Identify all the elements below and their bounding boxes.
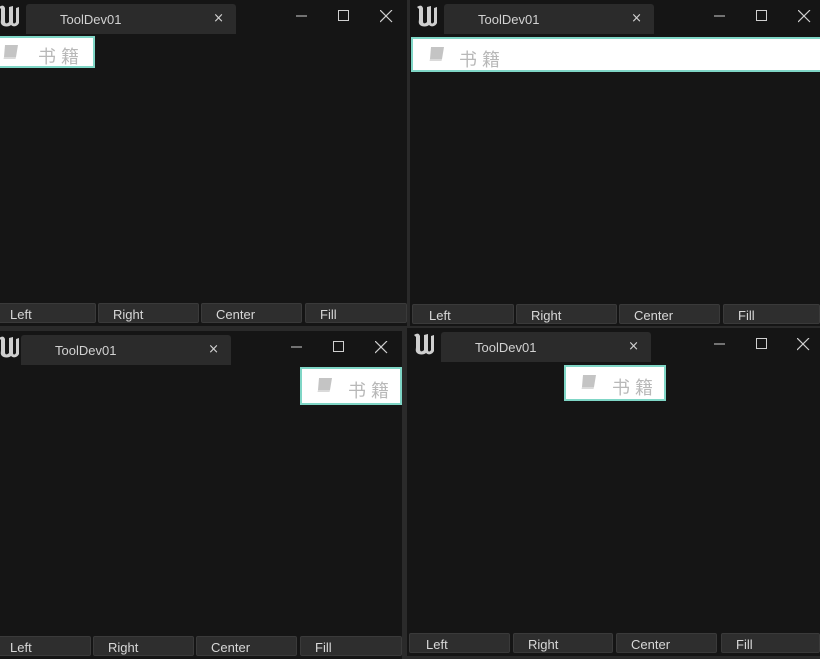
window-bottom-right: ToolDev01 × 书籍 Left Right Center Fill — [407, 328, 820, 656]
minimize-button[interactable] — [709, 334, 731, 354]
tab-close-icon[interactable]: × — [631, 11, 642, 26]
align-center-button[interactable]: Center — [201, 303, 302, 323]
book-icon — [317, 378, 332, 392]
align-right-button[interactable]: Right — [513, 633, 613, 653]
unreal-logo-icon — [414, 333, 434, 355]
close-button[interactable] — [793, 6, 815, 26]
tab-close-icon[interactable]: × — [213, 11, 224, 26]
title-bar[interactable]: ToolDev01 × — [410, 0, 820, 36]
align-center-button[interactable]: Center — [196, 636, 297, 656]
tab-label: ToolDev01 — [55, 343, 117, 358]
align-left-button[interactable]: Left — [412, 304, 514, 324]
align-center-button[interactable]: Center — [619, 304, 720, 324]
alignment-bar: Left Right Center Fill — [410, 304, 820, 326]
minimize-button[interactable] — [291, 6, 313, 26]
maximize-icon — [756, 338, 767, 349]
align-right-button[interactable]: Right — [516, 304, 617, 324]
close-button[interactable] — [792, 334, 814, 354]
book-icon — [3, 45, 18, 59]
tab-tooldev01[interactable]: ToolDev01 × — [26, 4, 236, 34]
alignment-bar: Left Right Center Fill — [0, 636, 402, 658]
alignment-bar: Left Right Center Fill — [0, 303, 407, 325]
maximize-icon — [338, 10, 349, 21]
tab-label: ToolDev01 — [60, 12, 122, 27]
close-icon — [380, 10, 393, 23]
tab-label: ToolDev01 — [475, 340, 537, 355]
align-fill-button[interactable]: Fill — [300, 636, 402, 656]
book-button[interactable]: 书籍 — [0, 36, 95, 68]
align-right-button[interactable]: Right — [98, 303, 199, 323]
book-icon — [429, 47, 444, 61]
close-button[interactable] — [375, 6, 397, 26]
close-button[interactable] — [370, 337, 392, 357]
close-icon — [375, 341, 388, 354]
close-icon — [797, 338, 810, 351]
tab-tooldev01[interactable]: ToolDev01 × — [441, 332, 651, 362]
book-icon — [581, 375, 596, 389]
align-fill-button[interactable]: Fill — [305, 303, 407, 323]
book-label: 书籍 — [612, 378, 658, 399]
minimize-icon — [714, 343, 725, 345]
tab-tooldev01[interactable]: ToolDev01 × — [444, 4, 654, 34]
align-fill-button[interactable]: Fill — [721, 633, 820, 653]
align-left-button[interactable]: Left — [0, 636, 91, 656]
tab-close-icon[interactable]: × — [628, 339, 639, 354]
title-bar[interactable]: ToolDev01 × — [407, 328, 820, 364]
unreal-logo-icon — [0, 336, 19, 358]
align-center-button[interactable]: Center — [616, 633, 717, 653]
align-left-button[interactable]: Left — [0, 303, 96, 323]
window-bottom-left: ToolDev01 × 书籍 Left Right Center Fill — [0, 331, 402, 659]
title-bar[interactable]: ToolDev01 × — [0, 331, 402, 367]
unreal-logo-icon — [0, 5, 19, 27]
alignment-bar: Left Right Center Fill — [407, 633, 820, 655]
minimize-button[interactable] — [286, 337, 308, 357]
book-label: 书籍 — [38, 47, 84, 68]
align-right-button[interactable]: Right — [93, 636, 194, 656]
minimize-icon — [296, 15, 307, 17]
book-button[interactable]: 书籍 — [564, 365, 666, 401]
maximize-icon — [333, 341, 344, 352]
align-left-button[interactable]: Left — [409, 633, 510, 653]
tab-tooldev01[interactable]: ToolDev01 × — [21, 335, 231, 365]
minimize-button[interactable] — [709, 6, 731, 26]
unreal-logo-icon — [417, 5, 437, 27]
close-icon — [798, 10, 811, 23]
maximize-button[interactable] — [751, 334, 773, 354]
window-top-left: ToolDev01 × 书籍 Left Right Center Fill — [0, 0, 407, 326]
maximize-button[interactable] — [328, 337, 350, 357]
tab-label: ToolDev01 — [478, 12, 540, 27]
book-label: 书籍 — [348, 381, 394, 402]
minimize-icon — [714, 15, 725, 17]
maximize-button[interactable] — [333, 6, 355, 26]
title-bar[interactable]: ToolDev01 × — [0, 0, 407, 36]
window-top-right: ToolDev01 × 书籍 Left Right Center Fill — [410, 0, 820, 326]
maximize-button[interactable] — [751, 6, 773, 26]
book-button[interactable]: 书籍 — [411, 37, 820, 72]
maximize-icon — [756, 10, 767, 21]
book-button[interactable]: 书籍 — [300, 367, 402, 405]
book-label: 书籍 — [459, 50, 505, 71]
minimize-icon — [291, 346, 302, 348]
align-fill-button[interactable]: Fill — [723, 304, 820, 324]
tab-close-icon[interactable]: × — [208, 342, 219, 357]
